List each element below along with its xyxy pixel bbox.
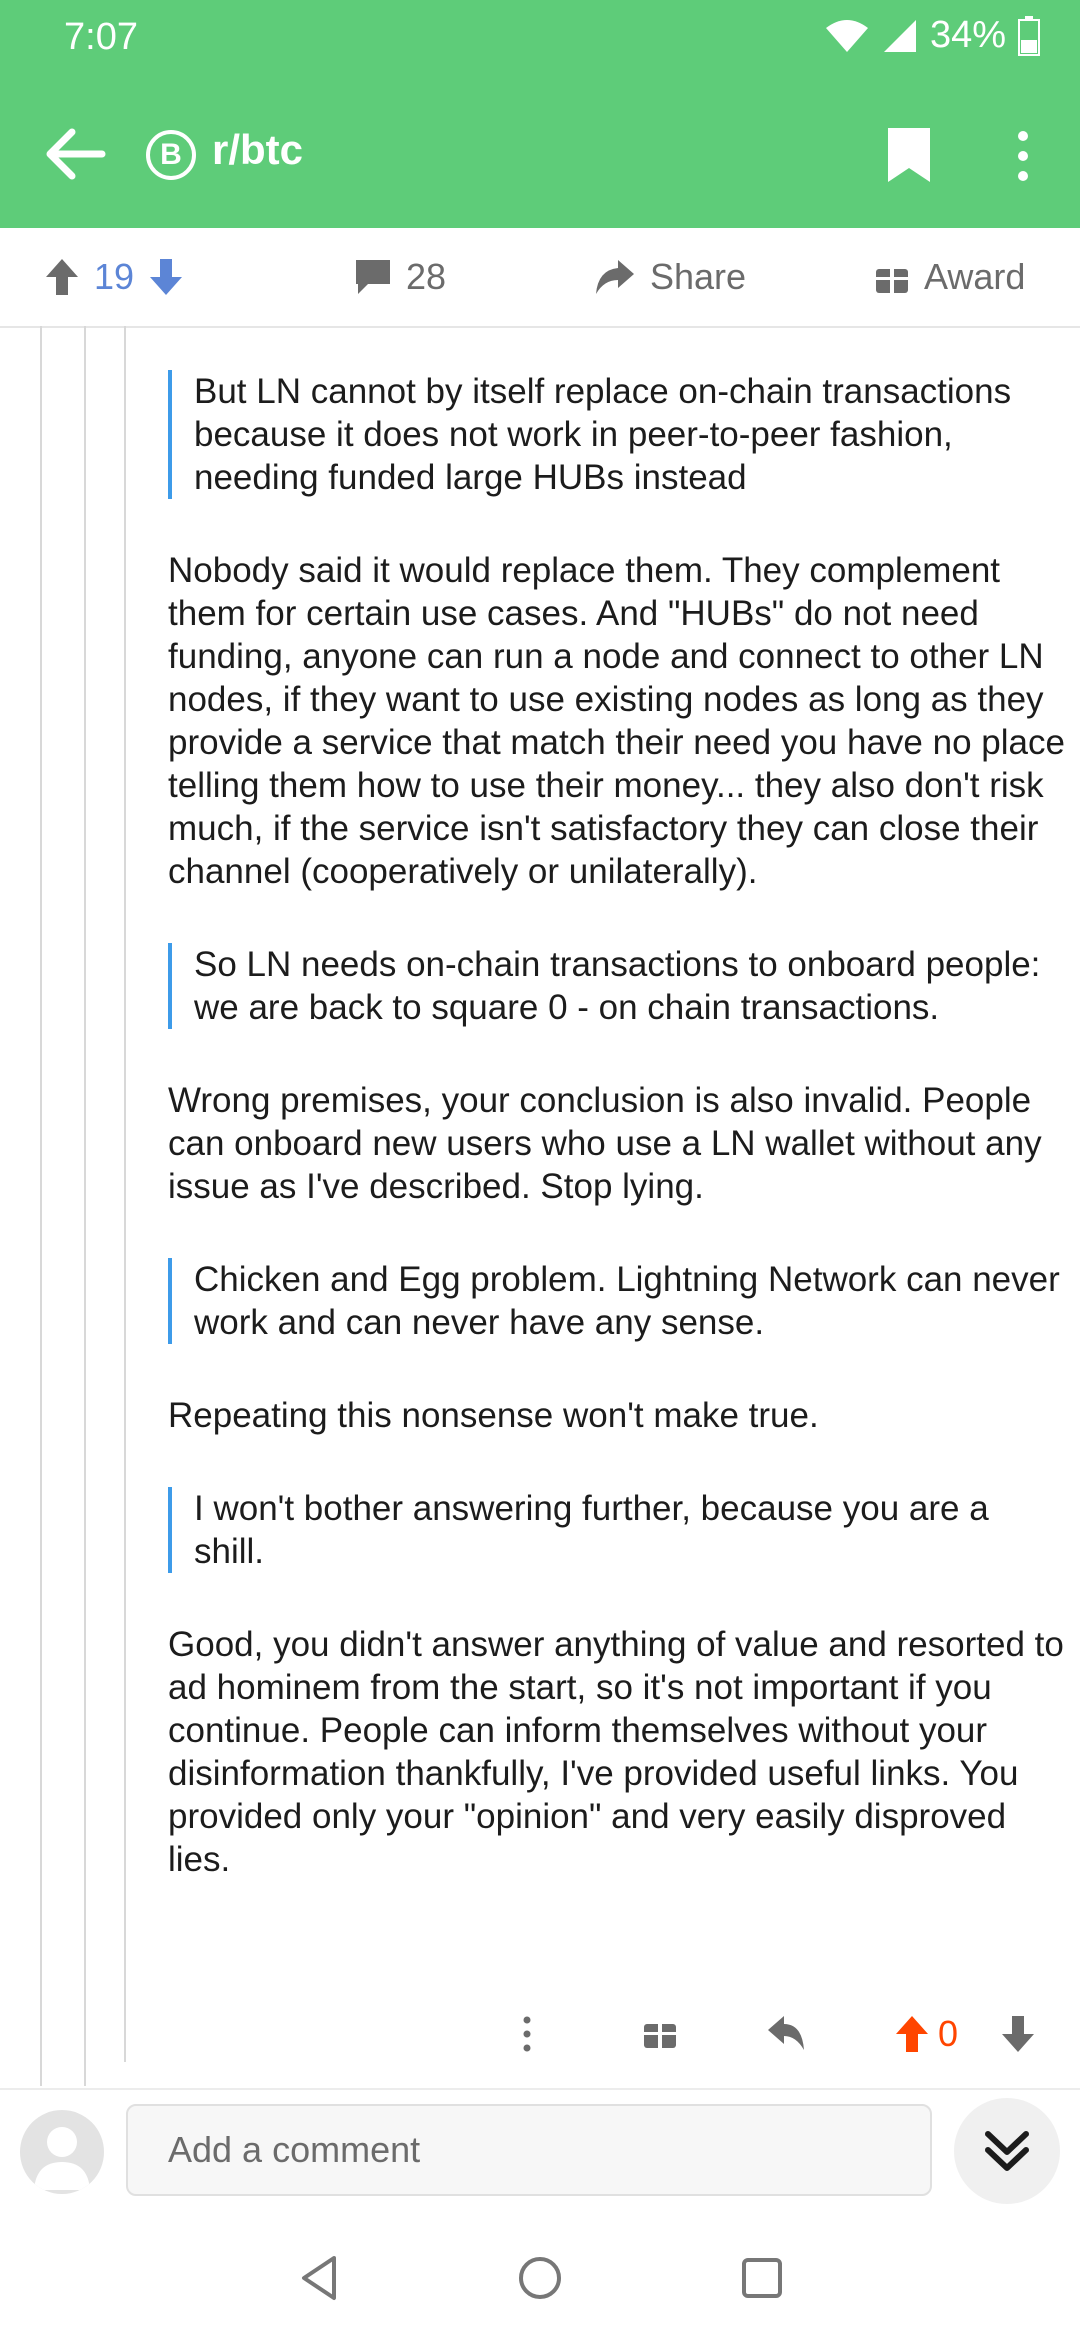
comment-paragraph: Good, you didn't answer anything of valu…	[168, 1625, 1064, 1879]
thread-line	[40, 326, 42, 2086]
upvote-icon[interactable]	[894, 2004, 930, 2064]
post-action-bar: 19 28 Share Award	[0, 228, 1080, 328]
app-bar: B r/btc	[0, 100, 1080, 210]
share-label: Share	[650, 256, 747, 297]
system-nav-bar	[0, 2218, 1080, 2340]
status-icons: 34%	[824, 14, 1040, 57]
comment-icon	[356, 260, 390, 294]
comment-score: 0	[938, 2013, 959, 2054]
comment-paragraph: Wrong premises, your conclusion is also …	[168, 1081, 1042, 1206]
quote-block: I won't bother answering further, becaus…	[168, 1487, 1068, 1573]
bookmark-icon[interactable]	[888, 128, 930, 182]
comment-action-row: 0	[520, 2004, 1060, 2064]
comment-paragraph: Repeating this nonsense won't make true.	[168, 1396, 819, 1435]
battery-icon	[1018, 15, 1040, 56]
user-avatar-icon	[34, 2127, 90, 2190]
thread-line	[84, 326, 86, 2086]
avatar[interactable]	[20, 2110, 104, 2194]
signal-icon	[883, 19, 916, 52]
status-time: 7:07	[64, 16, 138, 58]
share-button[interactable]: Share	[594, 252, 746, 302]
comment-body: But LN cannot by itself replace on-chain…	[168, 370, 1068, 1931]
subreddit-name[interactable]: r/btc	[212, 126, 303, 174]
share-icon	[596, 260, 634, 294]
back-arrow-icon[interactable]	[40, 124, 110, 184]
battery-percent: 34%	[929, 14, 1006, 56]
downvote-icon[interactable]	[1000, 2004, 1036, 2064]
upvote-icon[interactable]	[44, 257, 80, 297]
add-comment-input[interactable]: Add a comment	[126, 2104, 932, 2196]
comments-count: 28	[406, 256, 447, 297]
nav-recents-icon[interactable]	[732, 2248, 792, 2308]
nav-back-icon[interactable]	[290, 2248, 350, 2308]
more-vertical-icon[interactable]	[520, 2004, 534, 2064]
more-vertical-icon[interactable]	[1008, 128, 1038, 184]
comment-thread: But LN cannot by itself replace on-chain…	[0, 326, 1080, 2086]
thread-line	[124, 326, 126, 2062]
award-label: Award	[924, 256, 1026, 297]
award-button[interactable]: Award	[874, 252, 1025, 302]
post-score: 19	[94, 256, 135, 297]
quote-block: So LN needs on-chain transactions to onb…	[168, 943, 1068, 1029]
comments-count-button[interactable]: 28	[354, 252, 446, 302]
next-comment-button[interactable]	[954, 2098, 1060, 2204]
bitcoin-icon[interactable]: B	[146, 130, 196, 180]
bitcoin-icon-letter: B	[160, 138, 182, 171]
gift-icon	[876, 263, 908, 293]
comment-paragraph: Nobody said it would replace them. They …	[168, 551, 1065, 891]
gift-icon[interactable]	[642, 2004, 678, 2064]
comment-composer-bar: Add a comment	[0, 2088, 1080, 2220]
wifi-icon	[825, 19, 868, 52]
downvote-icon[interactable]	[148, 257, 184, 297]
reply-icon[interactable]	[766, 2004, 806, 2064]
double-chevron-down-icon	[985, 2131, 1029, 2171]
quote-block: But LN cannot by itself replace on-chain…	[168, 370, 1068, 499]
quote-block: Chicken and Egg problem. Lightning Netwo…	[168, 1258, 1068, 1344]
status-bar: 7:07 34%	[0, 0, 1080, 80]
post-vote-group: 19	[44, 252, 184, 302]
nav-home-icon[interactable]	[510, 2248, 570, 2308]
